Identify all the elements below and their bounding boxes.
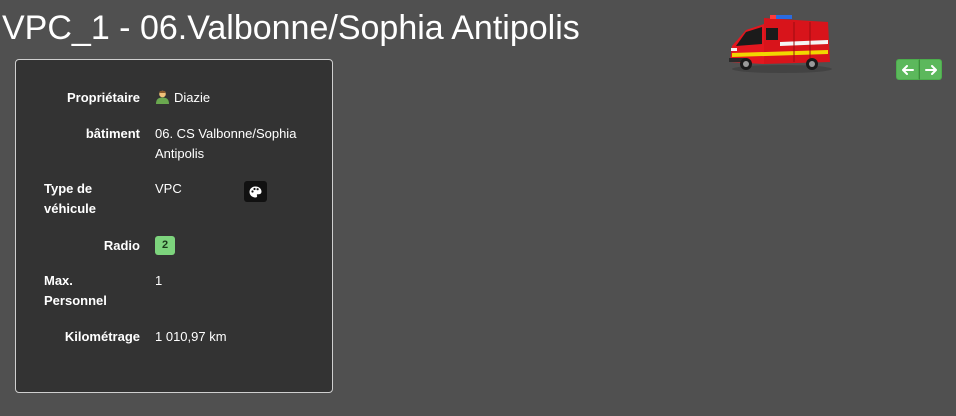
fire-truck-icon (729, 15, 832, 73)
owner-value[interactable]: Diazie (155, 88, 325, 108)
building-value[interactable]: 06. CS Valbonne/Sophia Antipolis (155, 124, 325, 164)
building-value-line1: 06. CS Valbonne/Sophia (155, 126, 297, 141)
vehicle-type-label: Type de véhicule (44, 179, 124, 219)
mileage-label: Kilométrage (64, 329, 140, 344)
vehicle-type-label-line2: véhicule (44, 201, 97, 216)
owner-label: Propriétaire (67, 90, 140, 105)
radio-status-badge: 2 (155, 236, 175, 255)
vehicle-type-label-line1: Type de (44, 181, 93, 196)
vehicle-details-panel: Propriétaire Diazie bâtiment 06. CS Valb… (15, 59, 333, 393)
max-personnel-label: Max. Personnel (44, 271, 124, 311)
vehicle-page: VPC_1 - 06.Valbonne/Sophia Antipolis Pro… (0, 0, 956, 416)
previous-vehicle-button[interactable] (896, 59, 919, 80)
building-label: bâtiment (85, 126, 140, 141)
next-vehicle-button[interactable] (919, 59, 942, 80)
building-value-line2: Antipolis (155, 146, 205, 161)
owner-name: Diazie (174, 90, 211, 105)
max-personnel-value: 1 (155, 273, 163, 288)
page-title: VPC_1 - 06.Valbonne/Sophia Antipolis (2, 9, 580, 47)
vehicle-navigation (896, 59, 942, 80)
max-personnel-label-line1: Max. (44, 273, 73, 288)
arrow-right-icon (924, 64, 937, 75)
arrow-left-icon (901, 64, 914, 75)
max-personnel-label-line2: Personnel (44, 293, 107, 308)
user-icon (156, 90, 169, 104)
vehicle-type-value: VPC (155, 181, 182, 196)
palette-icon (249, 186, 262, 197)
customize-vehicle-button[interactable] (244, 181, 267, 202)
radio-label: Radio (103, 238, 140, 253)
mileage-value: 1 010,97 km (155, 329, 227, 344)
